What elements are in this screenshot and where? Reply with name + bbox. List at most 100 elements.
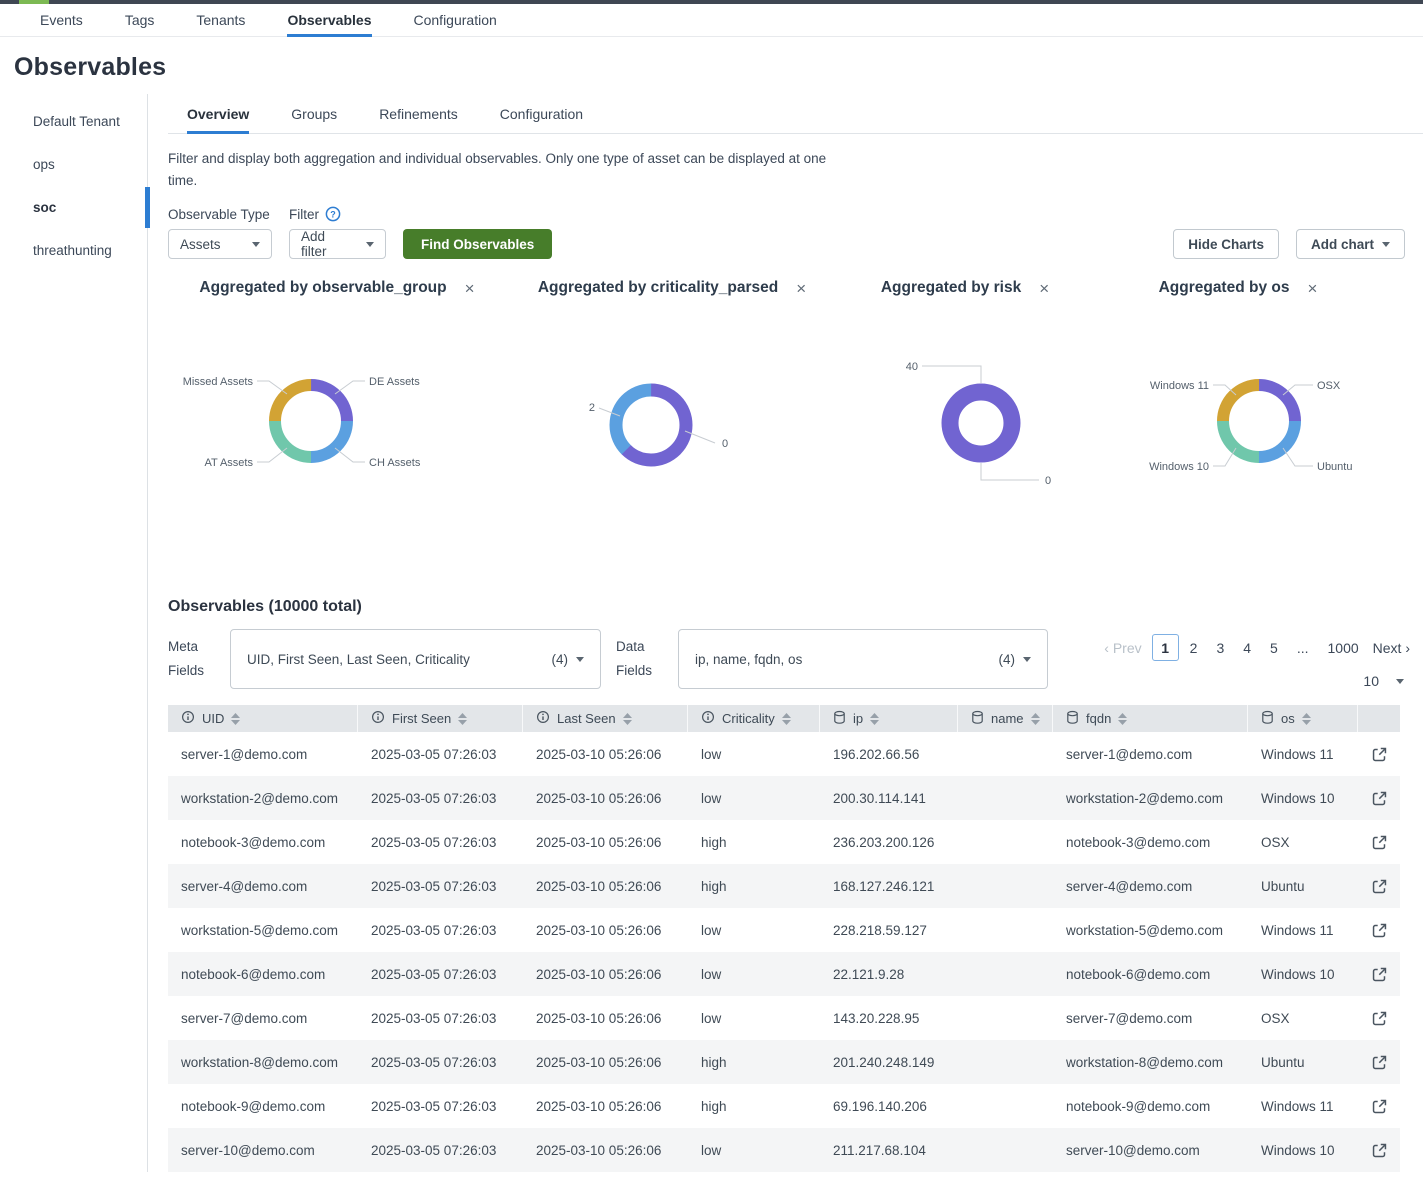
- external-link-icon: [1371, 1054, 1388, 1071]
- add-filter-select[interactable]: Add filter: [289, 229, 386, 259]
- close-icon[interactable]: ×: [1307, 280, 1317, 297]
- donut-chart: [1223, 385, 1295, 457]
- cell-os: Windows 11: [1248, 1099, 1358, 1114]
- cell-first-seen: 2025-03-05 07:26:03: [358, 967, 523, 982]
- cell-uid: server-4@demo.com: [168, 879, 358, 894]
- open-observable-button[interactable]: [1369, 788, 1390, 809]
- open-observable-button[interactable]: [1369, 744, 1390, 765]
- sort-icon[interactable]: [782, 713, 791, 725]
- sort-icon[interactable]: [870, 713, 879, 725]
- cell-criticality: low: [688, 967, 820, 982]
- pagination-prev[interactable]: ‹ Prev: [1104, 640, 1141, 656]
- sort-icon[interactable]: [623, 713, 632, 725]
- nav-item-tags[interactable]: Tags: [125, 4, 155, 36]
- close-icon[interactable]: ×: [796, 280, 806, 297]
- meta-fields-select[interactable]: UID, First Seen, Last Seen, Criticality …: [230, 629, 601, 689]
- cell-first-seen: 2025-03-05 07:26:03: [358, 791, 523, 806]
- sort-icon[interactable]: [1302, 713, 1311, 725]
- svg-text:?: ?: [330, 209, 336, 219]
- sort-icon[interactable]: [231, 713, 240, 725]
- table-column-header[interactable]: Last Seen: [523, 705, 688, 732]
- column-label: fqdn: [1086, 711, 1111, 726]
- open-observable-button[interactable]: [1369, 964, 1390, 985]
- external-link-icon: [1371, 1142, 1388, 1159]
- open-observable-button[interactable]: [1369, 920, 1390, 941]
- pagination-page[interactable]: 4: [1235, 636, 1259, 660]
- find-observables-button[interactable]: Find Observables: [403, 229, 552, 259]
- cell-fqdn: workstation-5@demo.com: [1053, 923, 1248, 938]
- add-chart-button[interactable]: Add chart: [1296, 229, 1405, 259]
- sidebar-item-soc[interactable]: soc: [0, 186, 147, 229]
- hide-charts-button[interactable]: Hide Charts: [1173, 229, 1279, 259]
- nav-item-observables[interactable]: Observables: [287, 4, 371, 36]
- open-observable-button[interactable]: [1369, 832, 1390, 853]
- cell-last-seen: 2025-03-10 05:26:06: [523, 879, 688, 894]
- open-observable-button[interactable]: [1369, 1052, 1390, 1073]
- pagination-page[interactable]: ...: [1289, 636, 1317, 660]
- pagination-next[interactable]: Next ›: [1373, 640, 1410, 656]
- nav-item-events[interactable]: Events: [40, 4, 83, 36]
- sort-icon[interactable]: [1118, 713, 1127, 725]
- cell-fqdn: server-7@demo.com: [1053, 1011, 1248, 1026]
- close-icon[interactable]: ×: [465, 280, 475, 297]
- table-column-header[interactable]: Criticality: [688, 705, 820, 732]
- pagination-page[interactable]: 1000: [1320, 636, 1367, 660]
- cell-uid: workstation-8@demo.com: [168, 1055, 358, 1070]
- info-icon: [536, 710, 550, 727]
- table-column-header[interactable]: First Seen: [358, 705, 523, 732]
- cell-last-seen: 2025-03-10 05:26:06: [523, 1099, 688, 1114]
- pagination-page[interactable]: 2: [1182, 636, 1206, 660]
- table-row: server-7@demo.com 2025-03-05 07:26:03 20…: [168, 996, 1400, 1040]
- pagination-page[interactable]: 5: [1262, 636, 1286, 660]
- cell-first-seen: 2025-03-05 07:26:03: [358, 923, 523, 938]
- table-row: workstation-5@demo.com 2025-03-05 07:26:…: [168, 908, 1400, 952]
- table-column-header[interactable]: ip: [820, 705, 958, 732]
- info-icon: [181, 710, 195, 727]
- external-link-icon: [1371, 878, 1388, 895]
- chart-title: Aggregated by os: [1159, 279, 1290, 297]
- sidebar-item-ops[interactable]: ops: [0, 143, 147, 186]
- sort-icon[interactable]: [458, 713, 467, 725]
- open-observable-button[interactable]: [1369, 1096, 1390, 1117]
- observable-type-label: Observable Type: [168, 207, 272, 222]
- cell-ip: 200.30.114.141: [820, 791, 958, 806]
- table-column-header[interactable]: os: [1248, 705, 1358, 732]
- cell-os: Windows 10: [1248, 791, 1358, 806]
- page-size-select[interactable]: 10: [1104, 673, 1410, 689]
- help-icon[interactable]: ?: [325, 206, 341, 222]
- tab-groups[interactable]: Groups: [291, 106, 337, 133]
- sidebar-item-default-tenant[interactable]: Default Tenant: [0, 100, 147, 143]
- column-label: First Seen: [392, 711, 451, 726]
- slice-label: Windows 11: [1150, 380, 1209, 392]
- sidebar-item-threathunting[interactable]: threathunting: [0, 229, 147, 272]
- chart-risk: Aggregated by risk × 40 0: [856, 273, 1074, 568]
- table-column-header[interactable]: UID: [168, 705, 358, 732]
- open-observable-button[interactable]: [1369, 876, 1390, 897]
- filter-label: Filter: [289, 207, 319, 222]
- cell-ip: 168.127.246.121: [820, 879, 958, 894]
- tab-configuration[interactable]: Configuration: [500, 106, 583, 133]
- open-observable-button[interactable]: [1369, 1140, 1390, 1161]
- cell-uid: workstation-2@demo.com: [168, 791, 358, 806]
- observable-type-select[interactable]: Assets: [168, 229, 272, 259]
- table-column-header[interactable]: name: [958, 705, 1053, 732]
- nav-item-configuration[interactable]: Configuration: [414, 4, 497, 36]
- pagination-page[interactable]: 3: [1208, 636, 1232, 660]
- cell-criticality: low: [688, 791, 820, 806]
- section-tabs: Overview Groups Refinements Configuratio…: [168, 106, 1423, 134]
- filter-controls: Observable Type Assets Filter ? Add filt…: [168, 206, 1423, 259]
- donut-chart: [275, 385, 347, 457]
- data-fields-select[interactable]: ip, name, fqdn, os (4): [678, 629, 1048, 689]
- cell-criticality: low: [688, 747, 820, 762]
- cell-last-seen: 2025-03-10 05:26:06: [523, 1055, 688, 1070]
- open-observable-button[interactable]: [1369, 1008, 1390, 1029]
- external-link-icon: [1371, 790, 1388, 807]
- nav-item-tenants[interactable]: Tenants: [196, 4, 245, 36]
- table-row: server-4@demo.com 2025-03-05 07:26:03 20…: [168, 864, 1400, 908]
- tab-refinements[interactable]: Refinements: [379, 106, 458, 133]
- pagination-page[interactable]: 1: [1152, 634, 1179, 661]
- sort-icon[interactable]: [1031, 713, 1040, 725]
- close-icon[interactable]: ×: [1039, 280, 1049, 297]
- tab-overview[interactable]: Overview: [187, 106, 249, 133]
- table-column-header[interactable]: fqdn: [1053, 705, 1248, 732]
